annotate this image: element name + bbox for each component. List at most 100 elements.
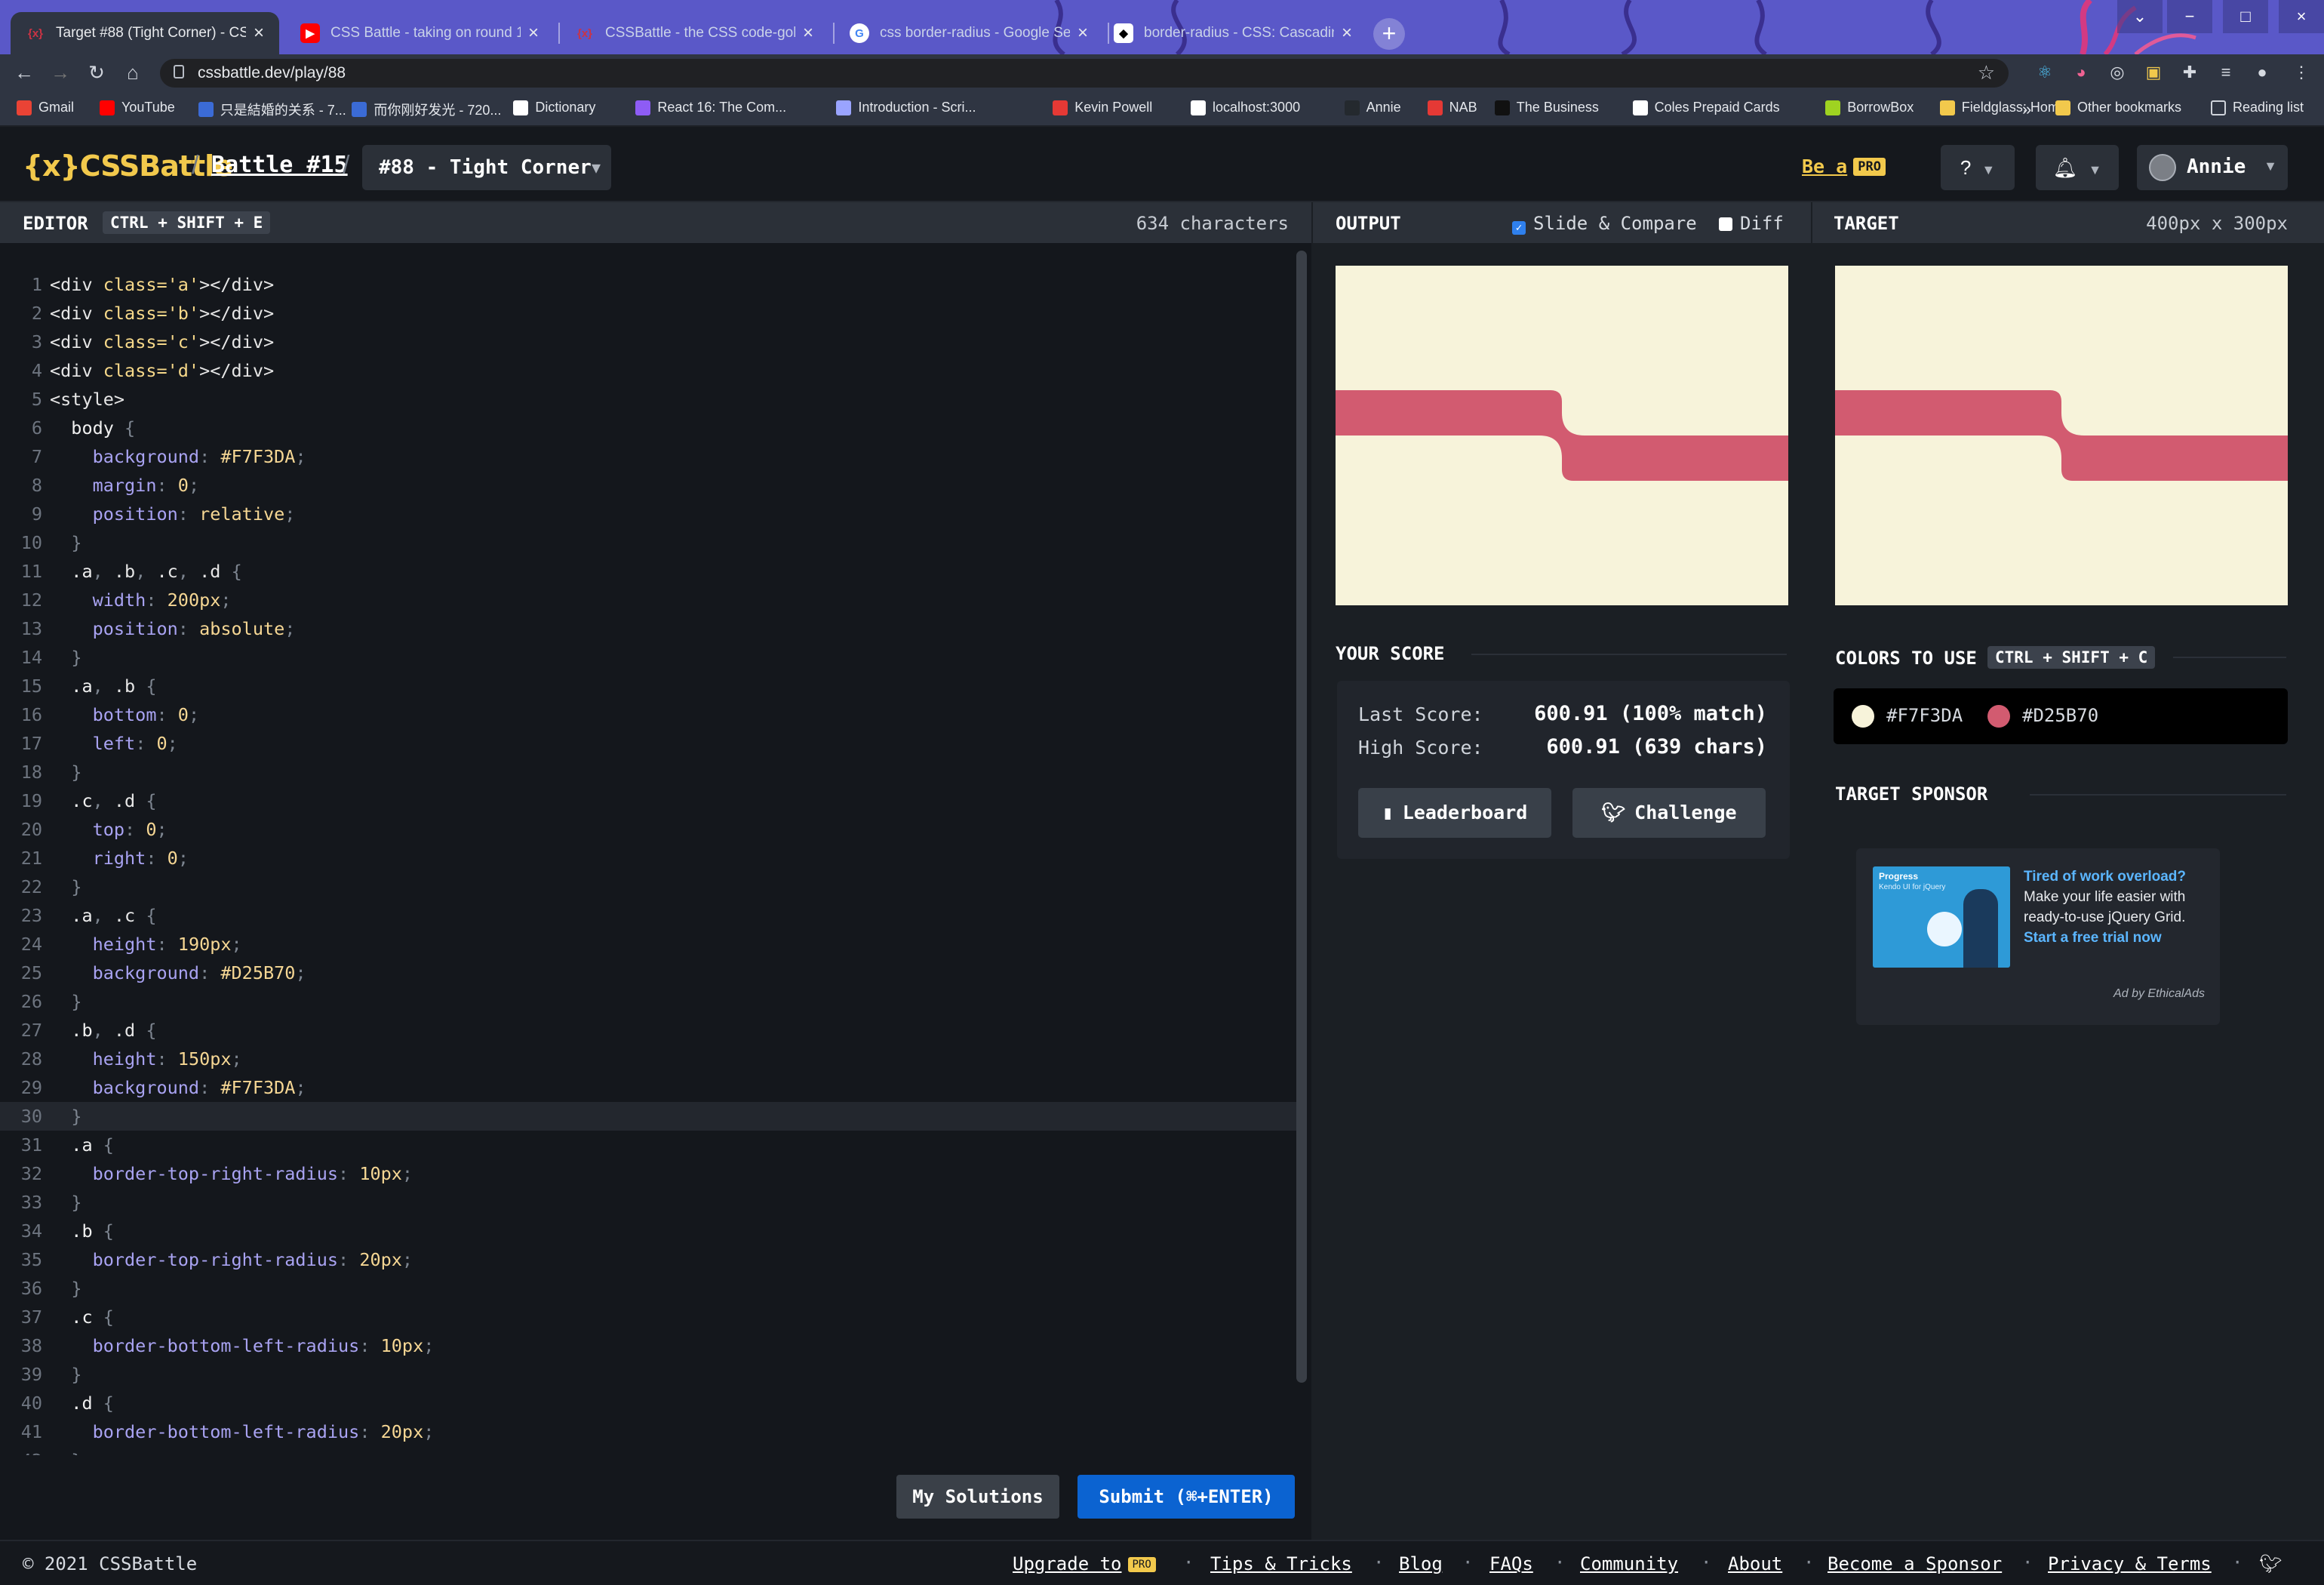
bookmark-item[interactable]: The Business <box>1494 100 1599 115</box>
code-text[interactable]: } <box>50 643 81 672</box>
become-pro-link[interactable]: Be a PRO <box>1802 155 1886 177</box>
footer-link-about[interactable]: About <box>1728 1553 1782 1574</box>
code-line[interactable]: 1 <div class='a'></div> <box>0 270 1298 299</box>
code-line[interactable]: 41 border-bottom-left-radius: 20px; <box>0 1417 1298 1446</box>
code-line[interactable]: 33 } <box>0 1188 1298 1217</box>
code-line[interactable]: 29 background: #F7F3DA; <box>0 1073 1298 1102</box>
code-line[interactable]: 25 background: #D25B70; <box>0 959 1298 987</box>
color-code[interactable]: #F7F3DA <box>1886 705 1963 726</box>
code-line[interactable]: 7 background: #F7F3DA; <box>0 442 1298 471</box>
code-line[interactable]: 4 <div class='d'></div> <box>0 356 1298 385</box>
my-solutions-button[interactable]: My Solutions <box>896 1475 1059 1519</box>
code-line[interactable]: 20 top: 0; <box>0 815 1298 844</box>
editor-scrollbar[interactable] <box>1296 251 1307 1383</box>
footer-link-tips[interactable]: Tips & Tricks <box>1210 1553 1352 1574</box>
close-tab-icon[interactable]: × <box>803 23 813 44</box>
output-preview[interactable] <box>1336 266 1788 605</box>
code-line[interactable]: 12 width: 200px; <box>0 586 1298 614</box>
code-text[interactable]: border-bottom-left-radius: 20px; <box>50 1417 435 1446</box>
code-text[interactable]: } <box>50 873 81 901</box>
code-line[interactable]: 42 } <box>0 1446 1298 1455</box>
code-line[interactable]: 34 .b { <box>0 1217 1298 1245</box>
code-text[interactable]: left: 0; <box>50 729 178 758</box>
close-tab-icon[interactable]: × <box>1077 23 1088 44</box>
code-text[interactable]: } <box>50 1446 81 1455</box>
more-bookmarks-chevron-icon[interactable]: » <box>2022 100 2031 119</box>
reload-icon[interactable]: ↻ <box>83 59 110 86</box>
leaderboard-button[interactable]: ▮ Leaderboard <box>1358 788 1551 838</box>
notifications-button[interactable]: 🔔︎ ▼ <box>2036 145 2119 190</box>
code-text[interactable]: .d { <box>50 1389 114 1417</box>
help-menu-button[interactable]: ? ▼ <box>1941 145 2015 190</box>
minimize-window-button[interactable]: − <box>2167 0 2212 33</box>
code-text[interactable]: border-top-right-radius: 10px; <box>50 1159 413 1188</box>
code-text[interactable]: .c { <box>50 1303 114 1331</box>
code-text[interactable]: } <box>50 528 81 557</box>
footer-link-community[interactable]: Community <box>1580 1553 1678 1574</box>
code-text[interactable]: right: 0; <box>50 844 189 873</box>
code-text[interactable]: margin: 0; <box>50 471 200 500</box>
color-picker-extension-icon[interactable]: ◕ <box>2070 62 2092 83</box>
code-text[interactable]: height: 150px; <box>50 1045 242 1073</box>
slide-compare-checkbox[interactable]: ✓ <box>1512 221 1526 235</box>
bookmark-item[interactable]: BorrowBox <box>1825 100 1914 115</box>
code-text[interactable]: top: 0; <box>50 815 168 844</box>
slide-compare-toggle[interactable]: ✓ Slide & Compare <box>1512 213 1697 235</box>
bookmark-item[interactable]: 只是結婚的关系 - 7... <box>198 100 346 119</box>
home-icon[interactable]: ⌂ <box>119 59 146 86</box>
code-line[interactable]: 30 } <box>0 1102 1298 1131</box>
code-line[interactable]: 39 } <box>0 1360 1298 1389</box>
ad-image[interactable]: Progress Kendo UI for jQuery <box>1873 866 2010 968</box>
code-line[interactable]: 40 .d { <box>0 1389 1298 1417</box>
code-line[interactable]: 15 .a, .b { <box>0 672 1298 700</box>
code-text[interactable]: } <box>50 758 81 786</box>
close-tab-icon[interactable]: × <box>528 23 539 44</box>
react-devtools-icon[interactable]: ⚛ <box>2034 62 2055 83</box>
code-line[interactable]: 6 body { <box>0 414 1298 442</box>
code-text[interactable]: <div class='d'></div> <box>50 356 274 385</box>
code-line[interactable]: 11 .a, .b, .c, .d { <box>0 557 1298 586</box>
other-bookmarks-folder[interactable]: Other bookmarks <box>2055 100 2181 115</box>
target-dropdown[interactable]: #88 - Tight Corner ▼ <box>362 145 611 190</box>
code-text[interactable]: body { <box>50 414 135 442</box>
profile-avatar-icon[interactable]: ● <box>2252 62 2273 83</box>
footer-link-sponsor[interactable]: Become a Sponsor <box>1828 1553 2002 1574</box>
code-text[interactable]: } <box>50 987 81 1016</box>
bookmark-item[interactable]: Introduction - Scri... <box>836 100 976 115</box>
code-editor[interactable]: 1 <div class='a'></div> 2 <div class='b'></… <box>0 243 1311 1540</box>
code-line[interactable]: 21 right: 0; <box>0 844 1298 873</box>
twitter-icon[interactable]: 🐦︎ <box>2259 1553 2282 1574</box>
chrome-menu-icon[interactable]: ⋮ <box>2291 62 2312 83</box>
code-text[interactable]: border-bottom-left-radius: 10px; <box>50 1331 435 1360</box>
code-line[interactable]: 19 .c, .d { <box>0 786 1298 815</box>
close-tab-icon[interactable]: × <box>1342 23 1352 44</box>
code-line[interactable]: 3 <div class='c'></div> <box>0 328 1298 356</box>
reading-list-button[interactable]: Reading list <box>2211 100 2304 115</box>
code-text[interactable]: position: relative; <box>50 500 296 528</box>
code-text[interactable]: background: #F7F3DA; <box>50 442 306 471</box>
ad-cta[interactable]: Start a free trial now <box>2024 928 2212 948</box>
code-text[interactable]: position: absolute; <box>50 614 296 643</box>
code-line[interactable]: 17 left: 0; <box>0 729 1298 758</box>
browser-tab[interactable]: G css border-radius - Google Search × <box>835 12 1103 54</box>
user-menu-button[interactable]: Annie ▼ <box>2137 145 2288 190</box>
ad-attribution[interactable]: Ad by EthicalAds <box>2113 987 2205 1001</box>
code-text[interactable]: .a, .b, .c, .d { <box>50 557 241 586</box>
diff-checkbox[interactable] <box>1719 217 1732 231</box>
target-extension-icon[interactable]: ◎ <box>2107 62 2128 83</box>
screenshot-extension-icon[interactable]: ▣ <box>2143 62 2164 83</box>
code-text[interactable]: width: 200px; <box>50 586 232 614</box>
code-line[interactable]: 38 border-bottom-left-radius: 10px; <box>0 1331 1298 1360</box>
code-line[interactable]: 14 } <box>0 643 1298 672</box>
bookmark-item[interactable]: YouTube <box>100 100 175 115</box>
new-tab-button[interactable]: + <box>1373 18 1405 50</box>
browser-tab[interactable]: ◆ border-radius - CSS: Cascading Style S… <box>1099 12 1367 54</box>
diff-toggle[interactable]: Diff <box>1719 213 1784 234</box>
code-line[interactable]: 35 border-top-right-radius: 20px; <box>0 1245 1298 1274</box>
code-text[interactable]: .c, .d { <box>50 786 156 815</box>
back-arrow-icon[interactable]: ← <box>11 59 38 86</box>
close-window-button[interactable]: × <box>2279 0 2324 33</box>
footer-link-privacy[interactable]: Privacy & Terms <box>2048 1553 2212 1574</box>
code-text[interactable]: .a { <box>50 1131 114 1159</box>
color-code[interactable]: #D25B70 <box>2022 705 2098 726</box>
